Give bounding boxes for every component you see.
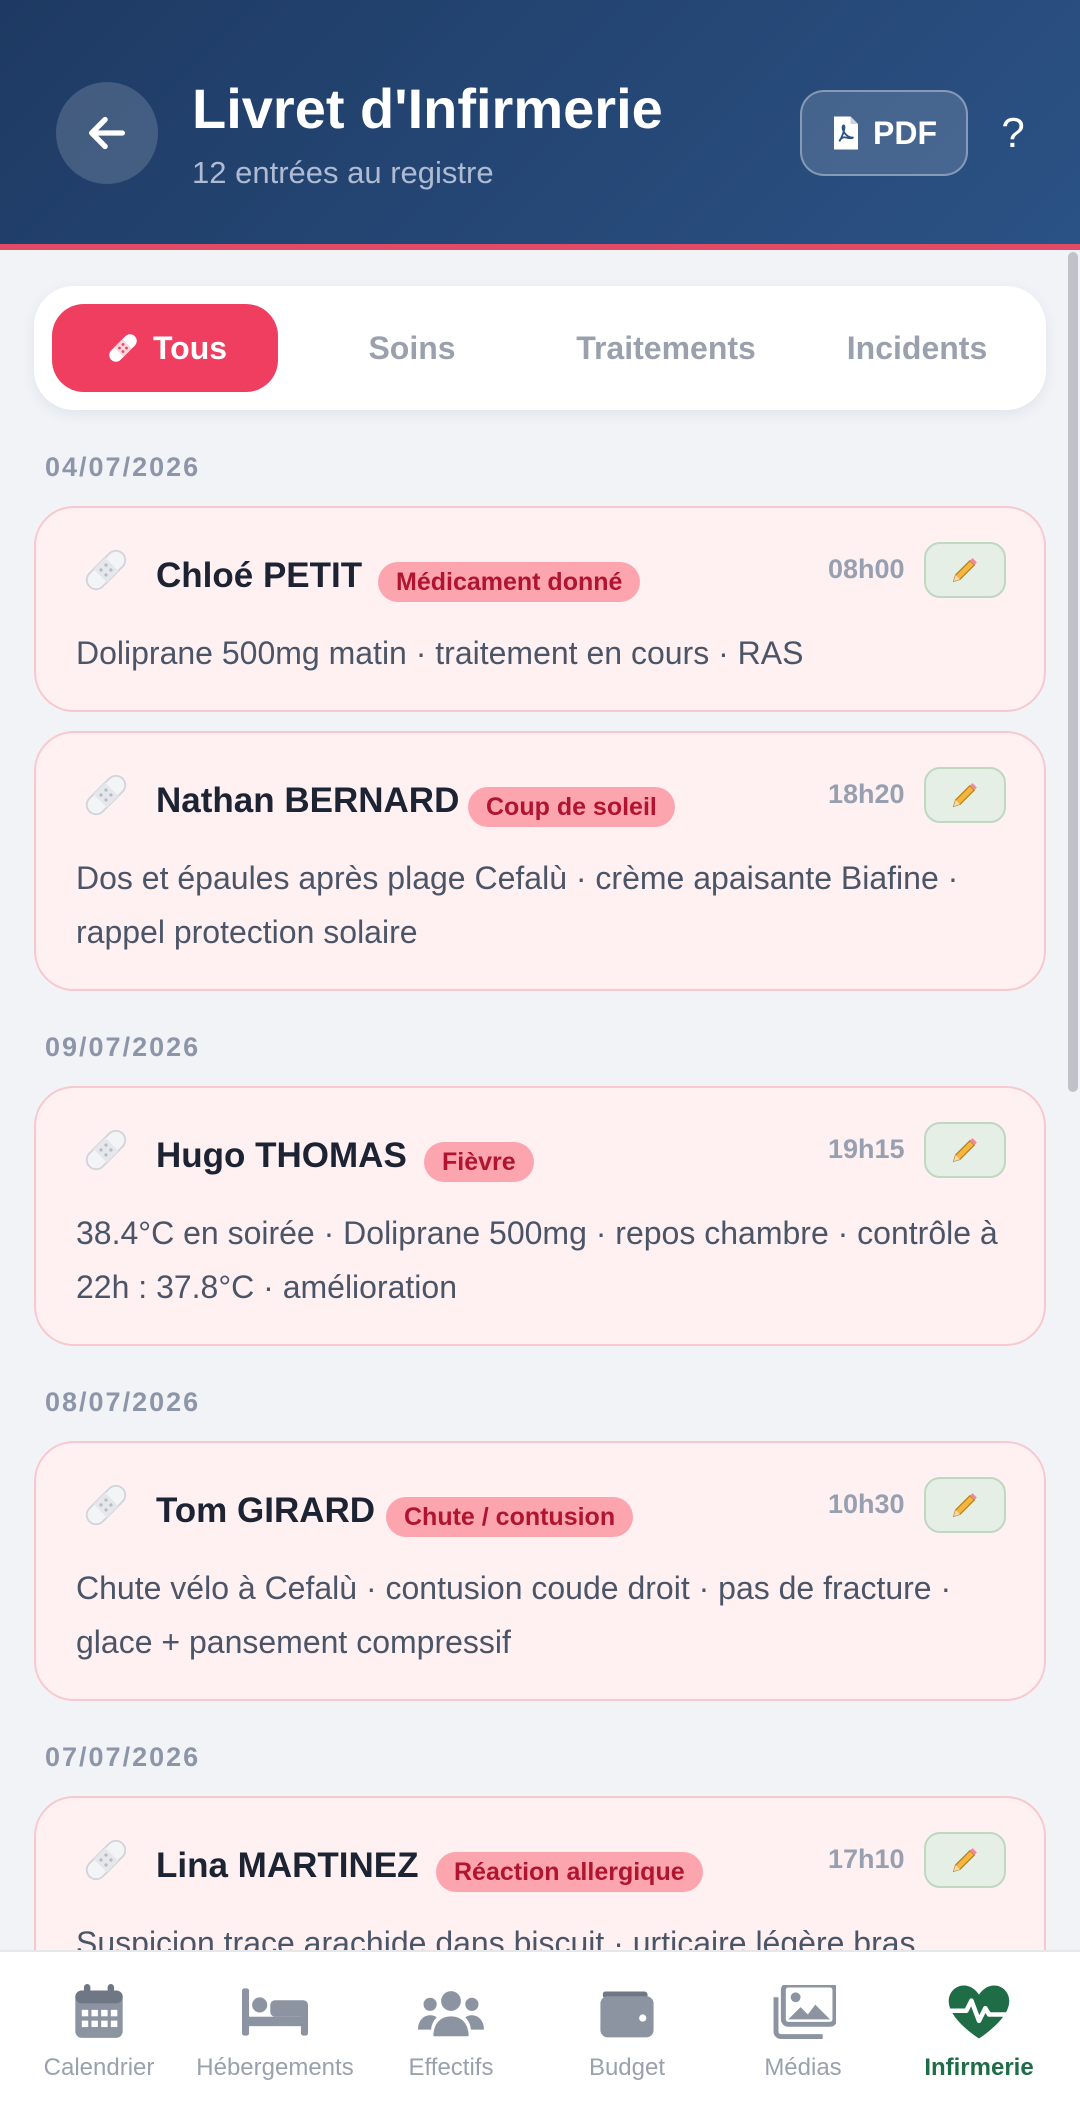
entry-notes: Dos et épaules après plage Cefalù · crèm…	[76, 860, 959, 950]
patient-name: Nathan BERNARD	[156, 781, 460, 820]
scrollbar[interactable]	[1068, 252, 1078, 1092]
users-icon	[418, 1991, 484, 2037]
edit-button[interactable]	[924, 542, 1006, 598]
nav-item-medias[interactable]: Médias	[715, 1952, 891, 2113]
patient-name: Chloé PETIT	[156, 556, 363, 595]
entry-card[interactable]: Tom GIRARD Chute / contusion 10h30 Chute…	[34, 1441, 1046, 1701]
nav-item-budget[interactable]: Budget	[539, 1952, 715, 2113]
entry-type-badge: Chute / contusion	[386, 1497, 634, 1537]
entry-notes: 38.4°C en soirée · Doliprane 500mg · rep…	[76, 1215, 998, 1305]
pdf-export-button[interactable]: PDF	[800, 90, 968, 176]
pencil-icon	[952, 1493, 977, 1518]
pencil-icon	[952, 1138, 977, 1163]
entry-count: 12 entrées au registre	[192, 155, 494, 190]
entry-time: 19h15	[828, 1134, 905, 1164]
help-button[interactable]: ?	[988, 100, 1038, 166]
patient-name: Lina MARTINEZ	[156, 1846, 419, 1885]
pencil-icon	[952, 558, 977, 583]
tab-soins[interactable]: Soins	[296, 304, 528, 392]
edit-button[interactable]	[924, 767, 1006, 823]
date-header: 08/07/2026	[45, 1387, 201, 1417]
nav-item-effectifs[interactable]: Effectifs	[363, 1952, 539, 2113]
entry-time: 18h20	[828, 779, 905, 809]
nav-item-hebergements[interactable]: Hébergements	[187, 1952, 363, 2113]
nav-item-calendrier[interactable]: Calendrier	[11, 1952, 187, 2113]
entry-time: 08h00	[828, 554, 905, 584]
tab-incidents[interactable]: Incidents	[804, 304, 1030, 392]
edit-button[interactable]	[924, 1122, 1006, 1178]
calendar-icon	[75, 1984, 123, 2038]
back-button[interactable]	[56, 82, 158, 184]
pencil-icon	[952, 783, 977, 808]
entry-notes: Chute vélo à Cefalù · contusion coude dr…	[76, 1570, 952, 1660]
images-icon	[773, 1985, 836, 2039]
tab-tous[interactable]: Tous	[52, 304, 278, 392]
pdf-label: PDF	[873, 114, 937, 151]
entry-card[interactable]: Nathan BERNARD Coup de soleil 18h20 Dos …	[34, 731, 1046, 991]
bandage-icon	[109, 334, 137, 362]
date-header: 09/07/2026	[45, 1032, 201, 1062]
bed-icon	[242, 1988, 308, 2036]
arrow-left-icon	[88, 116, 126, 150]
entry-card[interactable]: Hugo THOMAS Fièvre 19h15 38.4°C en soiré…	[34, 1086, 1046, 1346]
wallet-icon	[600, 1991, 654, 2038]
patient-name: Hugo THOMAS	[156, 1136, 407, 1175]
app-header: Livret d'Infirmerie 12 entrées au regist…	[0, 0, 1080, 250]
bandage-icon	[85, 774, 127, 816]
edit-button[interactable]	[924, 1832, 1006, 1888]
pencil-icon	[952, 1848, 977, 1873]
bandage-icon	[85, 1839, 127, 1881]
entry-type-badge: Médicament donné	[378, 562, 641, 602]
page-title: Livret d'Infirmerie	[192, 77, 663, 140]
filter-tabs: Tous Soins Traitements Incidents	[34, 286, 1046, 410]
bottom-nav: Calendrier Hébergements Effectifs Budget…	[0, 1950, 1080, 2113]
entry-card[interactable]: Chloé PETIT Médicament donné 08h00 Dolip…	[34, 506, 1046, 712]
pdf-file-icon	[834, 116, 858, 150]
entry-type-badge: Fièvre	[424, 1142, 534, 1182]
entry-notes: Doliprane 500mg matin · traitement en co…	[76, 635, 804, 671]
entry-type-badge: Coup de soleil	[468, 787, 675, 827]
bandage-icon	[85, 1484, 127, 1526]
page: Livret d'Infirmerie 12 entrées au regist…	[0, 0, 1080, 2113]
nav-item-infirmerie[interactable]: Infirmerie	[891, 1952, 1067, 2113]
date-header: 04/07/2026	[45, 452, 201, 482]
entry-time: 17h10	[828, 1844, 905, 1874]
tab-traitements[interactable]: Traitements	[546, 304, 786, 392]
bandage-icon	[85, 549, 127, 591]
entry-type-badge: Réaction allergique	[436, 1852, 703, 1892]
edit-button[interactable]	[924, 1477, 1006, 1533]
patient-name: Tom GIRARD	[156, 1491, 376, 1530]
bandage-icon	[85, 1129, 127, 1171]
heart-pulse-icon	[948, 1985, 1010, 2039]
date-header: 07/07/2026	[45, 1742, 201, 1772]
entry-time: 10h30	[828, 1489, 905, 1519]
